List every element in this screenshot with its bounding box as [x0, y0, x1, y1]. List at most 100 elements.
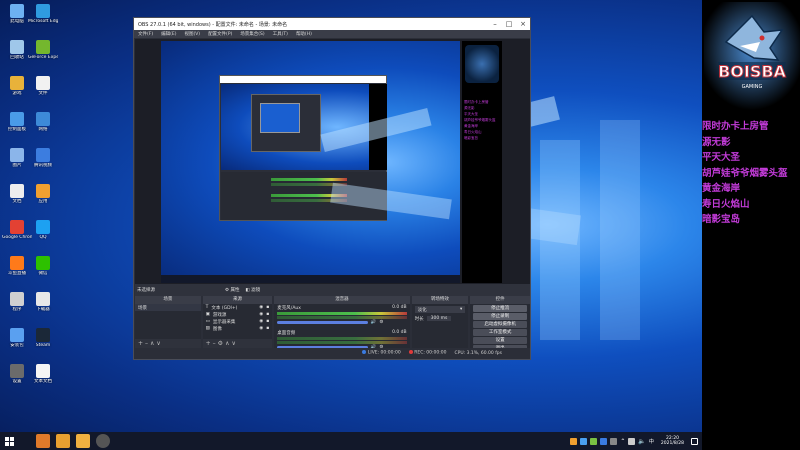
menu-help[interactable]: 帮助(H): [296, 31, 312, 37]
chevron-up-icon[interactable]: ⌃: [620, 438, 625, 445]
clock[interactable]: 22:20 2021/8/28: [661, 436, 684, 447]
mixer-dock-title: 混音器: [274, 296, 410, 304]
scenes-dock-footer[interactable]: +–∧∨: [135, 339, 201, 348]
desktop-icon[interactable]: 微信: [28, 256, 58, 276]
desktop-icon[interactable]: 腾讯视频: [28, 148, 58, 168]
stream-list-item: 限时办卡上房管: [702, 121, 769, 132]
image-source-icon: ▨: [205, 326, 210, 331]
desktop-icon-label: 文件: [38, 91, 48, 96]
stop-recording-button[interactable]: 停止录制: [473, 313, 527, 320]
desktop-icon[interactable]: 文本文档: [28, 364, 58, 384]
settings-button[interactable]: 设置: [473, 337, 527, 344]
stream-list-item: 平天大圣: [702, 152, 741, 163]
tray-app-icon[interactable]: [600, 437, 608, 445]
app-icon: [10, 220, 24, 234]
volume-slider[interactable]: [277, 321, 368, 324]
stream-list-item: 黄金海岸: [702, 183, 741, 194]
desktop-icon[interactable]: GeForce Experience: [28, 40, 58, 60]
volume-meter: [277, 316, 407, 319]
desktop-icon[interactable]: 文件: [28, 76, 58, 96]
taskbar-app-icon[interactable]: [76, 434, 90, 448]
app-icon: [36, 184, 50, 198]
close-icon[interactable]: ×: [516, 20, 530, 28]
desktop-icon[interactable]: Steam: [28, 328, 58, 348]
desktop-icon-label: QQ: [39, 235, 47, 240]
lock-icon[interactable]: ▪: [266, 312, 269, 317]
obs-docks: 场景 场景 +–∧∨ 来源 T 文本 (GDI+) ◉ ▪ ▣ 游戏源 ◉ ▪ ▭ 显示器采集…: [135, 296, 530, 352]
minimize-icon[interactable]: –: [488, 20, 502, 28]
network-icon[interactable]: [628, 437, 636, 445]
scene-item[interactable]: 场景: [135, 304, 201, 311]
menu-file[interactable]: 文件(F): [138, 31, 153, 37]
monitor-source-icon: ▭: [205, 319, 210, 324]
desktop-icon[interactable]: 下载器: [28, 292, 58, 312]
desktop-icon[interactable]: 网络: [28, 112, 58, 132]
tray-app-icon[interactable]: [570, 437, 578, 445]
app-icon: [10, 148, 24, 162]
source-item[interactable]: ▨ 图像 ◉ ▪: [203, 325, 273, 332]
lock-icon[interactable]: ▪: [266, 305, 269, 310]
desktop-icon[interactable]: 应用: [28, 184, 58, 204]
transition-duration: 时长 300 ms: [412, 315, 469, 322]
notification-icon[interactable]: [691, 437, 698, 445]
source-item[interactable]: ▣ 游戏源 ◉ ▪: [203, 311, 273, 318]
tray-app-icon[interactable]: [580, 437, 588, 445]
obs-preview[interactable]: 限时办卡上房管 源无影 平天大圣 胡芦娃爷爷烟雾头盔 黄金海岸 寿日火焰山 暗影…: [135, 39, 530, 284]
text-source-icon: T: [205, 305, 209, 310]
desktop-icon[interactable]: QQ: [28, 220, 58, 240]
stream-list-item: 源无影: [702, 136, 731, 148]
filters-button[interactable]: ◧ 滤镜: [245, 287, 260, 293]
eye-icon[interactable]: ◉: [259, 326, 263, 331]
obs-window[interactable]: OBS 27.0.1 (64 bit, windows) - 配置文件: 未命名…: [133, 17, 531, 360]
eye-icon[interactable]: ◉: [259, 319, 263, 324]
app-icon: [36, 112, 50, 126]
menu-edit[interactable]: 编辑(E): [161, 31, 176, 37]
controls-dock: 控件 停止推流 停止录制 启动虚拟摄像机 工作室模式 设置 退出: [470, 296, 530, 352]
eye-icon[interactable]: ◉: [259, 305, 263, 310]
preview-desktop-capture: [161, 41, 460, 283]
mixer-channel-name: 桌面音频: [277, 331, 296, 336]
light-beam: [540, 140, 580, 340]
virtual-camera-button[interactable]: 启动虚拟摄像机: [473, 321, 527, 328]
ime-indicator[interactable]: 中: [649, 438, 654, 445]
light-beam: [600, 120, 640, 340]
tray-app-icon[interactable]: [610, 437, 618, 445]
obs-taskbar-icon[interactable]: [96, 434, 110, 448]
menu-tools[interactable]: 工具(T): [273, 31, 288, 37]
menu-view[interactable]: 视图(V): [184, 31, 200, 37]
studio-mode-button[interactable]: 工作室模式: [473, 329, 527, 336]
eye-icon[interactable]: ◉: [259, 312, 263, 317]
taskbar-app-icon[interactable]: [36, 434, 50, 448]
app-icon: [10, 112, 24, 126]
duration-input[interactable]: 300 ms: [426, 316, 452, 321]
volume-icon[interactable]: 🔈: [638, 438, 645, 445]
boisba-logo: BOISBA GAMING: [704, 2, 800, 110]
desktop-icon-label: 文本文档: [34, 379, 52, 384]
speaker-icon[interactable]: 🔊: [371, 320, 377, 325]
desktop-icon-label: 下载器: [36, 307, 50, 312]
mixer-channel-db: 0.0 dB: [392, 330, 407, 335]
obs-titlebar[interactable]: OBS 27.0.1 (64 bit, windows) - 配置文件: 未命名…: [134, 18, 530, 30]
taskbar-app-icon[interactable]: [56, 434, 70, 448]
stop-streaming-button[interactable]: 停止推流: [473, 305, 527, 312]
sources-dock-footer[interactable]: +–⚙∧∨: [202, 339, 273, 348]
source-item[interactable]: ▭ 显示器采集 ◉ ▪: [203, 318, 273, 325]
menu-profile[interactable]: 配置文件(P): [208, 31, 232, 37]
start-button[interactable]: [0, 432, 18, 450]
cpu-status: CPU: 3.1%, 60.00 fps: [454, 350, 503, 356]
system-tray: ⌃ 🔈 中 22:20 2021/8/28: [570, 436, 702, 447]
transitions-dock-title: 转场特效: [411, 296, 469, 304]
tray-app-icon[interactable]: [590, 437, 598, 445]
menu-scene-collection[interactable]: 场景集合(S): [240, 31, 264, 37]
desktop-icon[interactable]: Microsoft Edge: [28, 4, 58, 24]
maximize-icon[interactable]: □: [502, 20, 516, 28]
gear-icon[interactable]: ⚙: [379, 320, 383, 325]
properties-button[interactable]: ⚙ 属性: [225, 287, 239, 293]
app-icon: [10, 256, 24, 270]
lock-icon[interactable]: ▪: [266, 326, 269, 331]
source-item[interactable]: T 文本 (GDI+) ◉ ▪: [203, 304, 273, 311]
transition-select[interactable]: 淡化 ▾: [414, 306, 466, 313]
desktop: 此电脑Microsoft Edge回收站GeForce Experience游戏…: [0, 0, 702, 432]
lock-icon[interactable]: ▪: [266, 319, 269, 324]
app-icon: [10, 40, 24, 54]
